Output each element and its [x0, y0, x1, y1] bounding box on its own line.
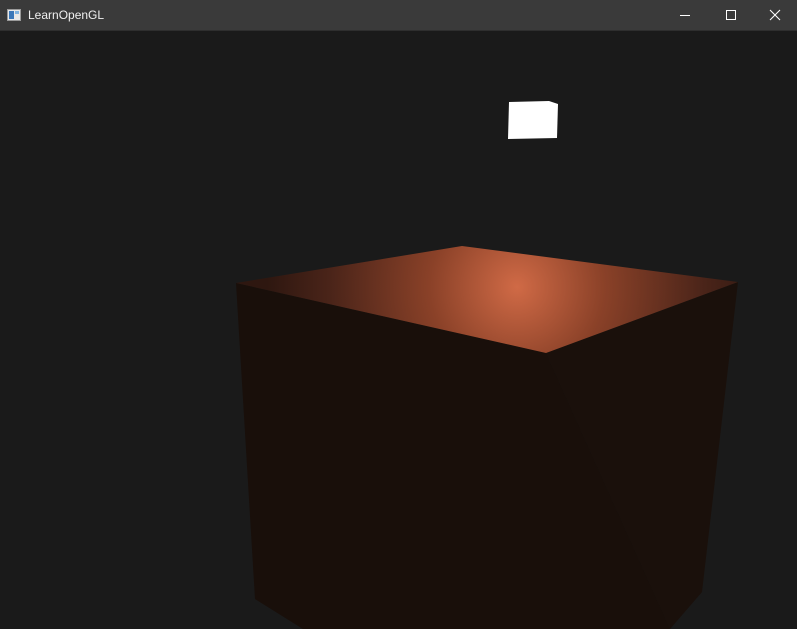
- close-button[interactable]: [752, 0, 797, 30]
- maximize-button[interactable]: [708, 0, 754, 30]
- scene-canvas: [0, 31, 797, 629]
- minimize-icon: [680, 15, 690, 16]
- window-title: LearnOpenGL: [28, 8, 105, 22]
- maximize-icon: [726, 10, 736, 20]
- render-viewport[interactable]: [0, 31, 797, 629]
- app-icon: [7, 9, 21, 21]
- minimize-button[interactable]: [662, 0, 708, 30]
- title-bar[interactable]: LearnOpenGL: [0, 0, 797, 31]
- light-source-cube: [508, 101, 558, 139]
- close-icon: [769, 9, 781, 21]
- application-window: LearnOpenGL: [0, 0, 797, 629]
